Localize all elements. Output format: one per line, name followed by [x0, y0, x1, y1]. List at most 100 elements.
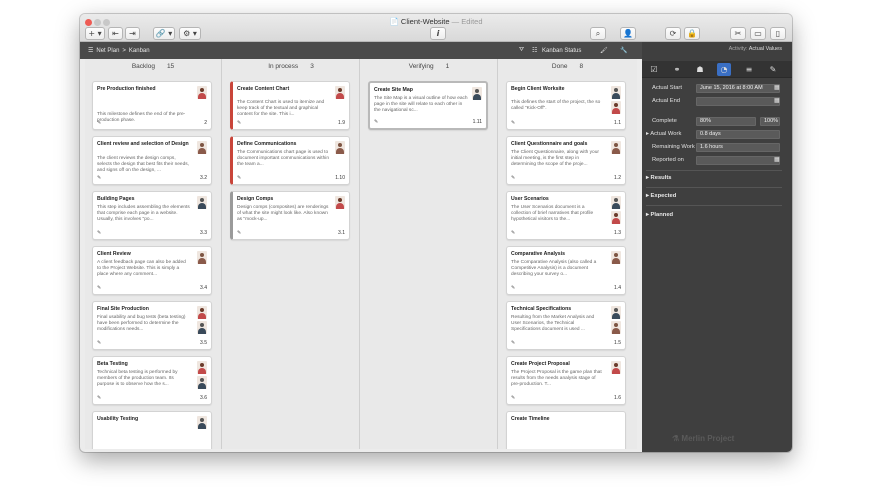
section-expected[interactable]: ▸ Expected	[646, 193, 676, 199]
edit-icon[interactable]: ✎	[511, 395, 515, 401]
edit-icon[interactable]: ✎	[511, 285, 515, 291]
gear-button[interactable]: ⚙ ▾	[179, 27, 201, 40]
wrench-icon[interactable]: 🔧	[620, 47, 627, 54]
pen-icon[interactable]: ✎	[766, 63, 780, 76]
column-header: Verifying 1	[408, 63, 450, 70]
actual-work-disclosure[interactable]: ▸ Actual Work	[646, 131, 681, 137]
inspector-header: Activity: Actual Values	[728, 46, 782, 52]
edit-icon[interactable]: ✎	[97, 340, 101, 346]
column-header: Backlog 15	[131, 63, 175, 70]
task-card[interactable]: User Scenarios The User Scenarios docume…	[506, 191, 626, 240]
task-card[interactable]: Comparative Analysis The Comparative Ana…	[506, 246, 626, 295]
resource-icon[interactable]: ☗	[693, 63, 707, 76]
add-button[interactable]: + ▾	[85, 27, 105, 40]
avatar	[611, 306, 621, 319]
task-card[interactable]: Client review and selection of Design Th…	[92, 136, 212, 185]
edit-icon[interactable]: ✎	[237, 175, 241, 181]
info-button[interactable]: i	[430, 27, 446, 40]
task-card[interactable]: Usability Testing	[92, 411, 212, 449]
indent-button[interactable]: ⇤	[108, 27, 123, 40]
remaining-work-field[interactable]: 1.6 hours	[696, 143, 780, 152]
avatar	[611, 361, 621, 374]
task-card[interactable]: Begin Client Worksite This defines the s…	[506, 81, 626, 130]
edit-icon[interactable]: ✎	[97, 395, 101, 401]
avatar	[335, 141, 345, 154]
split-icon[interactable]: ▯	[770, 27, 786, 40]
link-icon[interactable]: ⚭	[670, 63, 684, 76]
tools-icon[interactable]: ✂	[730, 27, 746, 40]
avatar	[197, 196, 207, 209]
edit-icon[interactable]: ✎	[97, 175, 101, 181]
edit-icon[interactable]: ✎	[511, 120, 515, 126]
column-backlog: Backlog 15 Pre Production finished This m…	[85, 59, 222, 449]
breadcrumb-root[interactable]: Net Plan	[96, 48, 119, 54]
edit-icon[interactable]: ✎	[511, 340, 515, 346]
avatar	[611, 86, 621, 99]
kanban-status-button[interactable]: Kanban Status	[542, 48, 581, 54]
calendar-icon[interactable]: ▦	[774, 84, 780, 91]
task-card[interactable]: Create Content Chart The Content Chart i…	[230, 81, 350, 130]
task-card[interactable]: Client Questionnaire and goals The Clien…	[506, 136, 626, 185]
edit-icon[interactable]: ✎	[97, 285, 101, 291]
gauge-icon[interactable]: ◔	[717, 63, 731, 76]
task-card-selected[interactable]: Create Site Map The Site Map is a visual…	[368, 81, 488, 130]
column-header: In process 3	[268, 63, 314, 70]
checklist-icon[interactable]: ☑	[647, 63, 661, 76]
breadcrumb-current[interactable]: Kanban	[129, 48, 150, 54]
task-card[interactable]: Create Project Proposal The Project Prop…	[506, 356, 626, 405]
person-icon[interactable]: 👤	[620, 27, 636, 40]
edit-icon[interactable]: ✎	[237, 120, 241, 126]
avatar	[197, 306, 207, 319]
kanban-board: Backlog 15 Pre Production finished This m…	[85, 59, 637, 449]
outdent-button[interactable]: ⇥	[125, 27, 140, 40]
calendar-icon[interactable]: ▦	[774, 156, 780, 163]
path-bar: ☰ Net Plan > Kanban ⛛ ☷ Kanban Status 🖌 …	[80, 42, 642, 59]
column-header: Done 8	[551, 63, 584, 70]
app-window: 📄 Client-Website — Edited + ▾ ⇤ ⇥ 🔗 ▾ ⚙ …	[80, 14, 792, 452]
brush-icon[interactable]: 🖌	[600, 47, 608, 54]
task-card[interactable]: Define Communications The Communications…	[230, 136, 350, 185]
layout-icon[interactable]: ▭	[750, 27, 766, 40]
actual-end-field[interactable]	[696, 97, 780, 106]
avatar	[197, 321, 207, 334]
avatar	[611, 211, 621, 224]
edit-icon[interactable]: ✎	[237, 230, 241, 236]
document-icon: 📄	[389, 17, 399, 26]
edit-icon[interactable]: ✎	[97, 120, 101, 126]
section-results[interactable]: ▸ Results	[646, 175, 671, 181]
task-card[interactable]: Technical Specifications Resulting from …	[506, 301, 626, 350]
refresh-icon[interactable]: ⟳	[665, 27, 681, 40]
reported-on-field[interactable]	[696, 156, 780, 165]
task-card[interactable]: Final Site Production Final usability an…	[92, 301, 212, 350]
edit-icon[interactable]: ✎	[374, 119, 378, 125]
section-planned[interactable]: ▸ Planned	[646, 212, 673, 218]
column-in-process: In process 3 Create Content Chart The Con…	[223, 59, 360, 449]
binoculars-icon[interactable]: ⌕	[590, 27, 606, 40]
list-icon[interactable]: ≡	[742, 63, 756, 76]
column-verifying: Verifying 1 Create Site Map The Site Map …	[361, 59, 498, 449]
actual-work-field[interactable]: 0.8 days	[696, 130, 780, 139]
complete-field[interactable]: 80%	[696, 117, 756, 126]
lock-icon[interactable]: 🔒	[684, 27, 700, 40]
calendar-icon[interactable]: ▦	[774, 97, 780, 104]
avatar	[197, 376, 207, 389]
complete-100-button[interactable]: 100%	[760, 117, 780, 126]
task-card[interactable]: Pre Production finished This milestone d…	[92, 81, 212, 130]
avatar	[472, 87, 482, 100]
edit-icon[interactable]: ✎	[511, 175, 515, 181]
edit-icon[interactable]: ✎	[97, 230, 101, 236]
edit-icon[interactable]: ✎	[511, 230, 515, 236]
merlin-logo-icon: ⚗	[672, 434, 680, 443]
merlin-logo: ⚗ Merlin Project	[672, 434, 735, 443]
titlebar: 📄 Client-Website — Edited + ▾ ⇤ ⇥ 🔗 ▾ ⚙ …	[80, 14, 792, 42]
attach-button[interactable]: 🔗 ▾	[153, 27, 175, 40]
task-card[interactable]: Design Comps Design comps (composites) a…	[230, 191, 350, 240]
task-card[interactable]: Building Pages This step includes assemb…	[92, 191, 212, 240]
actual-start-field[interactable]: June 15, 2016 at 8:00 AM	[696, 84, 780, 93]
task-card[interactable]: Client Review A client feedback page can…	[92, 246, 212, 295]
task-card[interactable]: Create Timeline	[506, 411, 626, 449]
task-card[interactable]: Beta Testing Technical beta testing is p…	[92, 356, 212, 405]
avatar	[611, 251, 621, 264]
breadcrumb-separator: >	[122, 47, 126, 54]
filter-icon[interactable]: ⛛	[519, 47, 524, 54]
